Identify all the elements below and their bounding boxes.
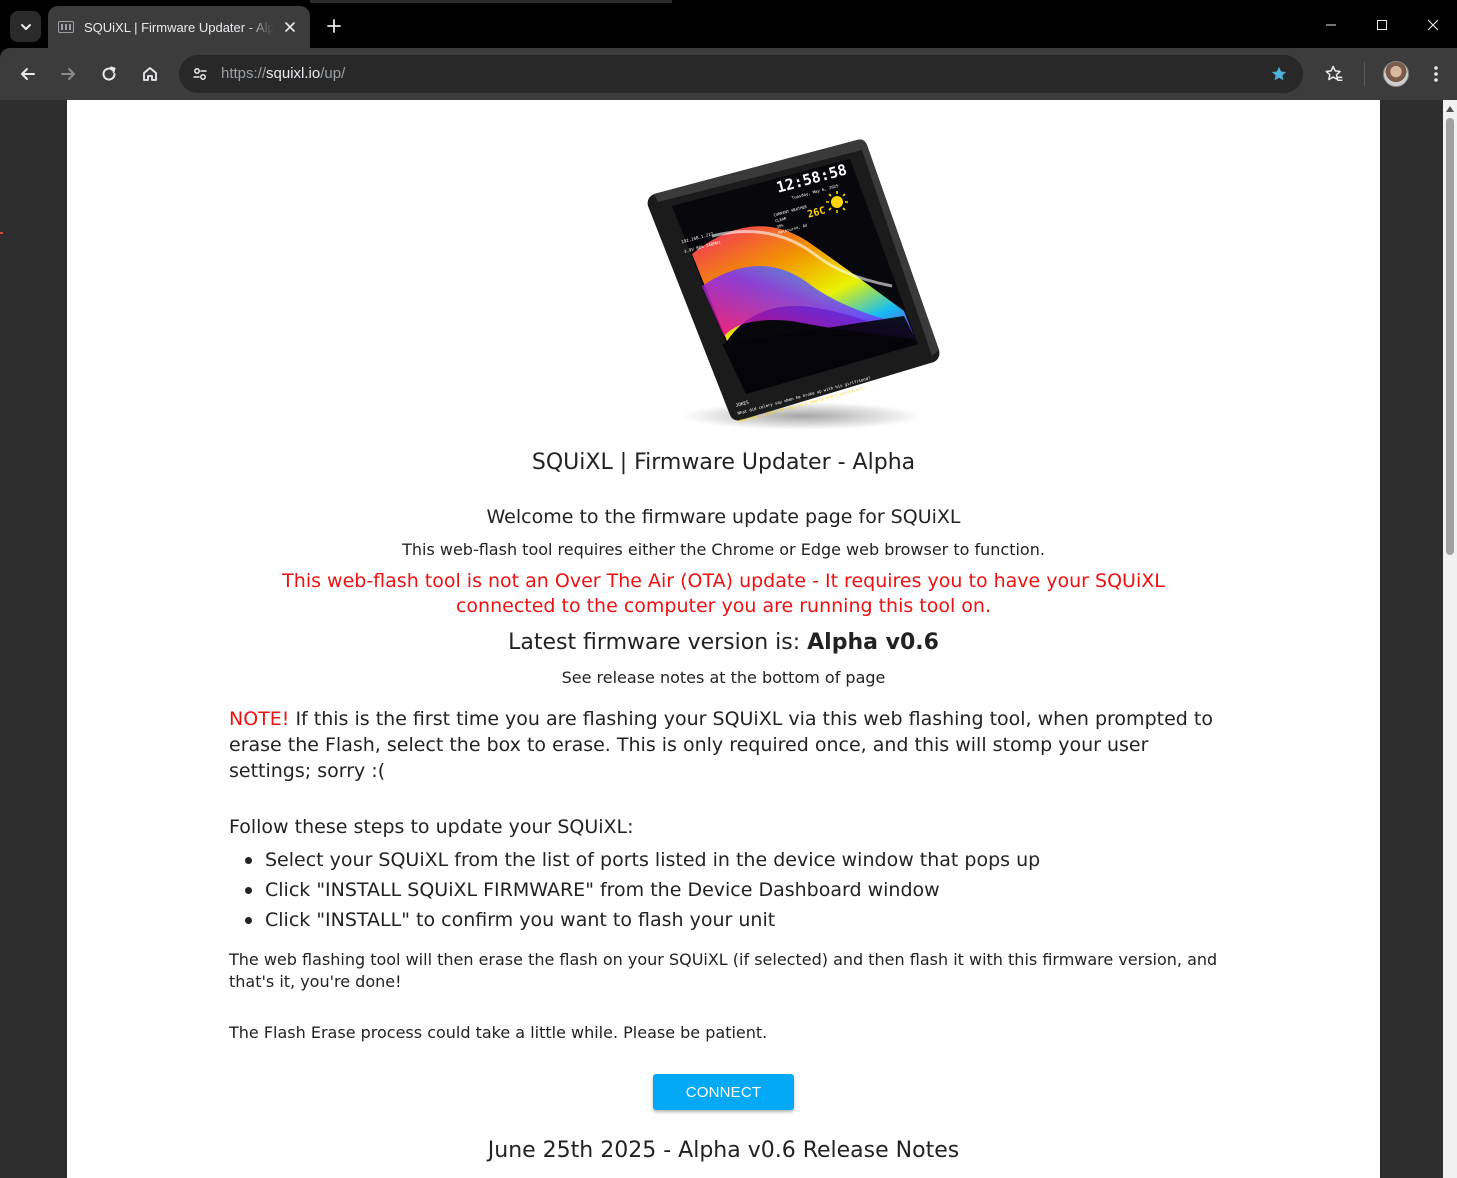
- tab-title: SQUiXL | Firmware Updater - Alpha: [84, 19, 274, 35]
- ota-warning-text: This web-flash tool is not an Over The A…: [282, 570, 1165, 617]
- list-item: Click "INSTALL" to confirm you want to f…: [244, 905, 1040, 935]
- tab-bar: SQUiXL | Firmware Updater - Alpha: [0, 0, 1457, 48]
- list-item: Click "INSTALL SQUiXL FIRMWARE" from the…: [244, 875, 1040, 905]
- star-list-icon: [1325, 65, 1343, 81]
- steps-heading: Follow these steps to update your SQUiXL…: [229, 816, 634, 838]
- chevron-down-icon: [20, 23, 31, 30]
- url-text: https://squixl.io/up/: [221, 65, 345, 82]
- page-content: 12:58:58 Tuesday, May 6, 2025 192.168.1.…: [67, 100, 1380, 1178]
- back-button[interactable]: [14, 60, 42, 88]
- tab-search-button[interactable]: [10, 11, 41, 42]
- menu-button[interactable]: [1422, 60, 1450, 88]
- url-path: /up/: [320, 65, 346, 82]
- list-item: Select your SQUiXL from the list of port…: [244, 845, 1040, 875]
- favicon-icon: [58, 19, 74, 35]
- latest-version-line: Latest firmware version is: Alpha v0.6: [67, 630, 1380, 655]
- latest-version-label: Latest firmware version is:: [508, 630, 808, 655]
- browser-toolbar: https://squixl.io/up/: [0, 48, 1457, 100]
- patience-text: The Flash Erase process could take a lit…: [229, 1023, 768, 1042]
- maximize-icon: [1377, 20, 1387, 30]
- connect-button[interactable]: CONNECT: [653, 1074, 794, 1110]
- vertical-scrollbar[interactable]: [1443, 100, 1457, 1178]
- page-viewport: 12:58:58 Tuesday, May 6, 2025 192.168.1.…: [0, 100, 1457, 1178]
- steps-list: Select your SQUiXL from the list of port…: [244, 845, 1040, 935]
- flash-process-text: The web flashing tool will then erase th…: [229, 950, 1218, 991]
- scroll-up-arrow-icon[interactable]: [1446, 106, 1454, 112]
- reload-icon: [102, 66, 116, 81]
- active-tab[interactable]: SQUiXL | Firmware Updater - Alpha: [48, 6, 310, 48]
- plus-icon: [327, 19, 341, 33]
- tab-strip-divider: [310, 0, 672, 3]
- minimize-icon: [1326, 24, 1336, 26]
- bookmark-star-icon[interactable]: [1269, 64, 1289, 84]
- url-host: squixl.io: [266, 65, 321, 82]
- arrow-right-icon: [61, 68, 75, 80]
- browser-requirement-text: This web-flash tool requires either the …: [402, 540, 1045, 559]
- scrollbar-thumb[interactable]: [1446, 118, 1454, 555]
- address-bar[interactable]: https://squixl.io/up/: [179, 55, 1303, 93]
- new-tab-button[interactable]: [322, 14, 346, 38]
- kebab-menu-icon: [1434, 66, 1438, 82]
- site-settings-icon[interactable]: [187, 61, 213, 87]
- bookmarks-button[interactable]: [1320, 60, 1348, 88]
- maximize-button[interactable]: [1371, 14, 1393, 36]
- reload-button[interactable]: [95, 60, 123, 88]
- profile-avatar[interactable]: [1383, 61, 1409, 87]
- release-notes-title: June 25th 2025 - Alpha v0.6 Release Note…: [487, 1138, 960, 1163]
- note-tag: NOTE!: [229, 708, 290, 730]
- note-text: If this is the first time you are flashi…: [229, 708, 1213, 782]
- home-button[interactable]: [136, 60, 164, 88]
- latest-version-value: Alpha v0.6: [807, 630, 939, 655]
- forward-button[interactable]: [54, 60, 82, 88]
- arrow-left-icon: [21, 68, 35, 80]
- erase-note: NOTE! If this is the first time you are …: [229, 706, 1229, 784]
- page-margin-right: [1380, 100, 1443, 1178]
- toolbar-divider: [1364, 62, 1365, 86]
- minimize-button[interactable]: [1320, 14, 1342, 36]
- page-margin-left: [0, 100, 67, 1178]
- page-title: SQUiXL | Firmware Updater - Alpha: [531, 450, 916, 475]
- squixl-device-image: 12:58:58 Tuesday, May 6, 2025 192.168.1.…: [647, 139, 940, 430]
- window-close-button[interactable]: [1422, 14, 1444, 36]
- release-notes-hint: See release notes at the bottom of page: [561, 668, 886, 687]
- margin-accent: [0, 232, 3, 234]
- url-scheme: https://: [221, 65, 267, 82]
- welcome-heading: Welcome to the firmware update page for …: [486, 506, 961, 528]
- close-icon[interactable]: [280, 17, 300, 37]
- home-icon: [143, 67, 157, 81]
- close-icon: [1427, 19, 1439, 31]
